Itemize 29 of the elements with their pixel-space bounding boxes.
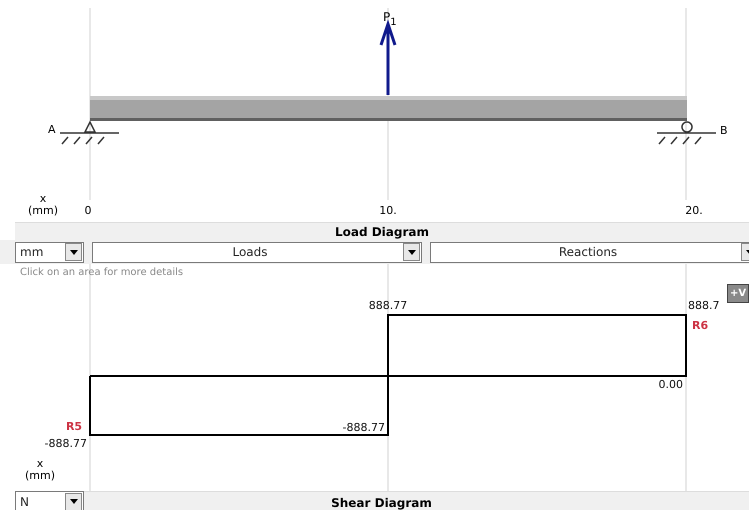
reaction-label: R6 [692,319,708,332]
diagram-title: Shear Diagram [331,496,432,510]
reactions-dropdown[interactable]: Reactions [430,242,749,262]
roller-support-icon [657,121,716,145]
axis-label: x [36,457,44,470]
value-label: -888.77 [342,421,385,434]
load-label: P$_{1}$ [383,10,397,28]
support-label: A [48,123,56,136]
axis-unit: (mm) [28,204,58,217]
pin-support-icon [60,120,119,145]
loads-dropdown[interactable]: Loads [92,242,422,262]
axis-tick: 10. [379,204,397,217]
axis-tick: 0 [84,204,92,217]
caret-icon [65,243,82,261]
axis-tick: 20. [685,204,703,217]
value-label: 0.00 [658,378,683,391]
axis-label: x [40,192,46,205]
caret-icon [65,492,82,510]
hint-text: Click on an area for more details [20,266,184,280]
value-label: 888.7 [688,299,720,312]
axis-unit: (mm) [25,469,55,482]
value-label: 888.77 [368,299,408,312]
caret-icon [403,243,420,261]
unit-dropdown[interactable]: N [15,491,84,510]
value-label: -888.77 [44,437,87,450]
diagram-title: Load Diagram [334,224,430,240]
unit-dropdown[interactable]: mm [15,242,84,262]
reaction-label: R5 [66,420,82,433]
support-label: B [720,124,728,137]
